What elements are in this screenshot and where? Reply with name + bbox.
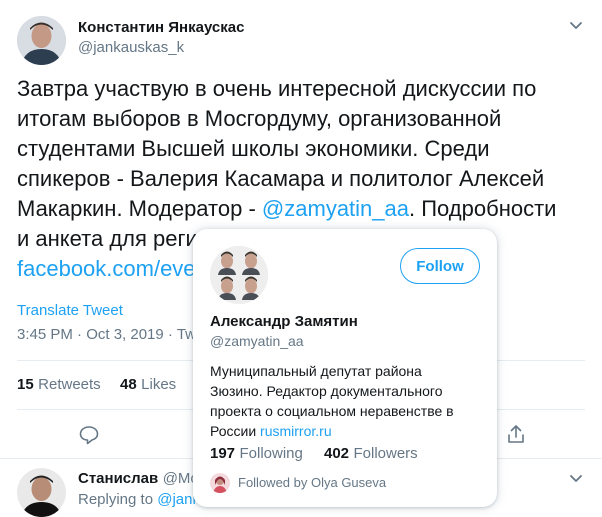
tweet-text-line-6: и анкета для реги bbox=[17, 226, 198, 251]
following-count: 197 bbox=[210, 445, 236, 462]
tweet-timestamp: 3:45 PM · Oct 3, 2019 · Tw bbox=[17, 326, 196, 343]
likes-stat[interactable]: 48 Likes bbox=[120, 376, 176, 394]
profile-hover-card[interactable]: Follow Александр Замятин @zamyatin_aa Му… bbox=[193, 229, 497, 507]
hover-card-bio-line-4: России rusmirror.ru bbox=[210, 421, 332, 441]
followed-by-text[interactable]: Followed by Olya Guseva bbox=[238, 475, 386, 490]
followers-label: Followers bbox=[353, 445, 418, 462]
author-avatar[interactable] bbox=[17, 16, 66, 65]
follow-button[interactable]: Follow bbox=[400, 248, 480, 284]
translate-tweet-link[interactable]: Translate Tweet bbox=[17, 302, 123, 319]
reply-author-avatar[interactable] bbox=[17, 468, 66, 517]
timestamp-text[interactable]: 3:45 PM · Oct 3, 2019 · bbox=[17, 326, 177, 343]
author-handle[interactable]: @jankauskas_k bbox=[78, 39, 184, 56]
chevron-down-icon[interactable] bbox=[568, 17, 584, 33]
hover-card-avatar[interactable] bbox=[210, 246, 268, 304]
tweet-text-line-4: спикеров - Валерия Касамара и политолог … bbox=[17, 166, 545, 191]
followers-count: 402 bbox=[324, 445, 350, 462]
facebook-link[interactable]: facebook.com/eve bbox=[17, 254, 196, 284]
tweet-text-line-2: итогам выборов в Мосгордуму, организован… bbox=[17, 106, 502, 131]
reply-author-name[interactable]: Станислав bbox=[78, 470, 158, 487]
retweets-count: 15 bbox=[17, 376, 34, 393]
replying-to-line: Replying to @jank bbox=[78, 491, 200, 508]
followed-by-avatar[interactable] bbox=[210, 473, 230, 493]
mention-link[interactable]: @zamyatin_aa bbox=[262, 196, 409, 221]
following-label: Following bbox=[239, 445, 303, 462]
likes-count: 48 bbox=[120, 376, 137, 393]
bio-link[interactable]: rusmirror.ru bbox=[260, 423, 332, 439]
reply-icon[interactable] bbox=[78, 424, 100, 446]
share-icon[interactable] bbox=[505, 423, 527, 445]
likes-label: Likes bbox=[141, 376, 177, 393]
hover-card-bio-line-3: проекта о социальном неравенстве в bbox=[210, 403, 454, 419]
hover-card-handle[interactable]: @zamyatin_aa bbox=[210, 333, 304, 349]
tweet-text-line-5: Макаркин. Модератор - @zamyatin_aa. Подр… bbox=[17, 194, 556, 224]
replying-to-label: Replying to bbox=[78, 491, 158, 508]
author-name[interactable]: Константин Янкаускас bbox=[78, 19, 244, 36]
bio-text: России bbox=[210, 423, 261, 439]
retweets-label: Retweets bbox=[38, 376, 101, 393]
tweet-text-line-3: студентами Высшей школы экономики. Среди bbox=[17, 136, 490, 161]
tweet-text-segment: . Подробности bbox=[409, 196, 557, 221]
hover-card-bio-line-2: Зюзино. Редактор документального bbox=[210, 383, 443, 399]
tweet-text-line-1: Завтра участвую в очень интересной диску… bbox=[17, 76, 537, 101]
retweets-stat[interactable]: 15 Retweets bbox=[17, 376, 101, 394]
followers-stat[interactable]: 402 Followers bbox=[324, 445, 418, 463]
hover-card-bio-line-1: Муниципальный депутат района bbox=[210, 363, 422, 379]
reply-chevron-down-icon[interactable] bbox=[568, 470, 584, 486]
hover-card-name[interactable]: Александр Замятин bbox=[210, 313, 358, 330]
tweet-text-segment: Макаркин. Модератор - bbox=[17, 196, 262, 221]
following-stat[interactable]: 197 Following bbox=[210, 445, 303, 463]
reply-author-line: Станислав @Mo bbox=[78, 470, 199, 488]
